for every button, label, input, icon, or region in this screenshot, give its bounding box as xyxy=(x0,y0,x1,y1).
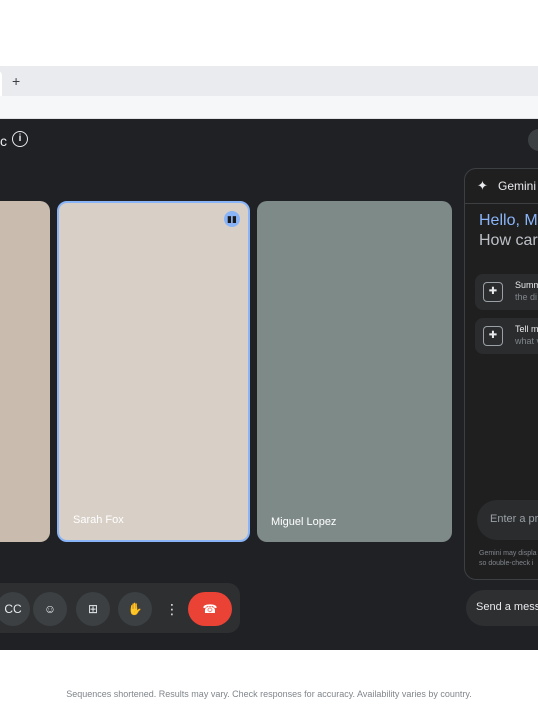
browser-tab[interactable] xyxy=(0,70,2,96)
browser-tab-strip: + xyxy=(0,66,538,96)
browser-toolbar xyxy=(0,96,538,119)
send-message-input[interactable]: Send a mess xyxy=(466,590,538,626)
suggestion-subtitle: what v xyxy=(515,336,538,346)
end-call-icon: ☎ xyxy=(202,602,218,616)
emoji-button[interactable]: ☺ xyxy=(33,592,67,626)
participant-name: Miguel Lopez xyxy=(271,516,337,528)
top-right-button[interactable] xyxy=(528,129,538,151)
raise-hand-icon: ✋ xyxy=(127,602,143,616)
info-icon[interactable]: i xyxy=(12,131,28,147)
suggestion-title: Tell m xyxy=(515,324,538,334)
more-options-icon: ⋮ xyxy=(165,601,179,617)
gemini-disclaimer: Gemini may displa so double-check i xyxy=(479,549,538,569)
summary-icon: ✚ xyxy=(483,326,503,346)
meeting-title: c xyxy=(0,133,7,149)
summary-icon: ✚ xyxy=(483,282,503,302)
participant-name: Sarah Fox xyxy=(73,514,124,526)
participant-tile[interactable] xyxy=(0,201,50,542)
gemini-suggestion-card[interactable]: ✚ Tell m what v xyxy=(475,318,538,354)
captions-icon: CC xyxy=(4,602,22,616)
participant-tile[interactable]: Miguel Lopez xyxy=(257,201,452,542)
emoji-icon: ☺ xyxy=(43,602,57,616)
participant-tile-active[interactable]: ▮▮ Sarah Fox xyxy=(57,201,250,542)
gemini-header: ✦ Gemini xyxy=(465,169,538,204)
meet-window: c i ▮▮ Sarah Fox Miguel Lopez CC ☺ ⊞ ✋ ⋮… xyxy=(0,119,538,650)
suggestion-title: Summ xyxy=(515,280,538,290)
speaking-indicator-icon: ▮▮ xyxy=(224,211,240,227)
captions-button[interactable]: CC xyxy=(0,592,30,626)
gemini-prompt-input[interactable]: Enter a pr xyxy=(477,500,538,540)
gemini-suggestion-card[interactable]: ✚ Summ the di xyxy=(475,274,538,310)
suggestion-subtitle: the di xyxy=(515,292,538,302)
raise-hand-button[interactable]: ✋ xyxy=(118,592,152,626)
gemini-disclaimer-line: so double-check i xyxy=(479,560,534,567)
new-tab-button[interactable]: + xyxy=(12,73,20,89)
call-controls-bar: CC ☺ ⊞ ✋ ⋮ ☎ xyxy=(0,583,240,633)
gemini-title: Gemini xyxy=(498,179,537,193)
gemini-disclaimer-line: Gemini may displa xyxy=(479,550,537,557)
present-icon: ⊞ xyxy=(87,602,99,616)
more-options-button[interactable]: ⋮ xyxy=(163,592,181,626)
gemini-spark-icon: ✦ xyxy=(477,178,488,193)
gemini-greeting: Hello, M xyxy=(479,212,538,229)
gemini-panel: ✦ Gemini Hello, M How car ✚ Summ the di … xyxy=(464,168,538,580)
send-message-placeholder: Send a mess xyxy=(476,601,538,613)
end-call-button[interactable]: ☎ xyxy=(188,592,232,626)
gemini-input-placeholder: Enter a pr xyxy=(490,513,538,525)
footnote: Sequences shortened. Results may vary. C… xyxy=(66,689,472,699)
gemini-prompt: How car xyxy=(479,232,538,249)
present-button[interactable]: ⊞ xyxy=(76,592,110,626)
